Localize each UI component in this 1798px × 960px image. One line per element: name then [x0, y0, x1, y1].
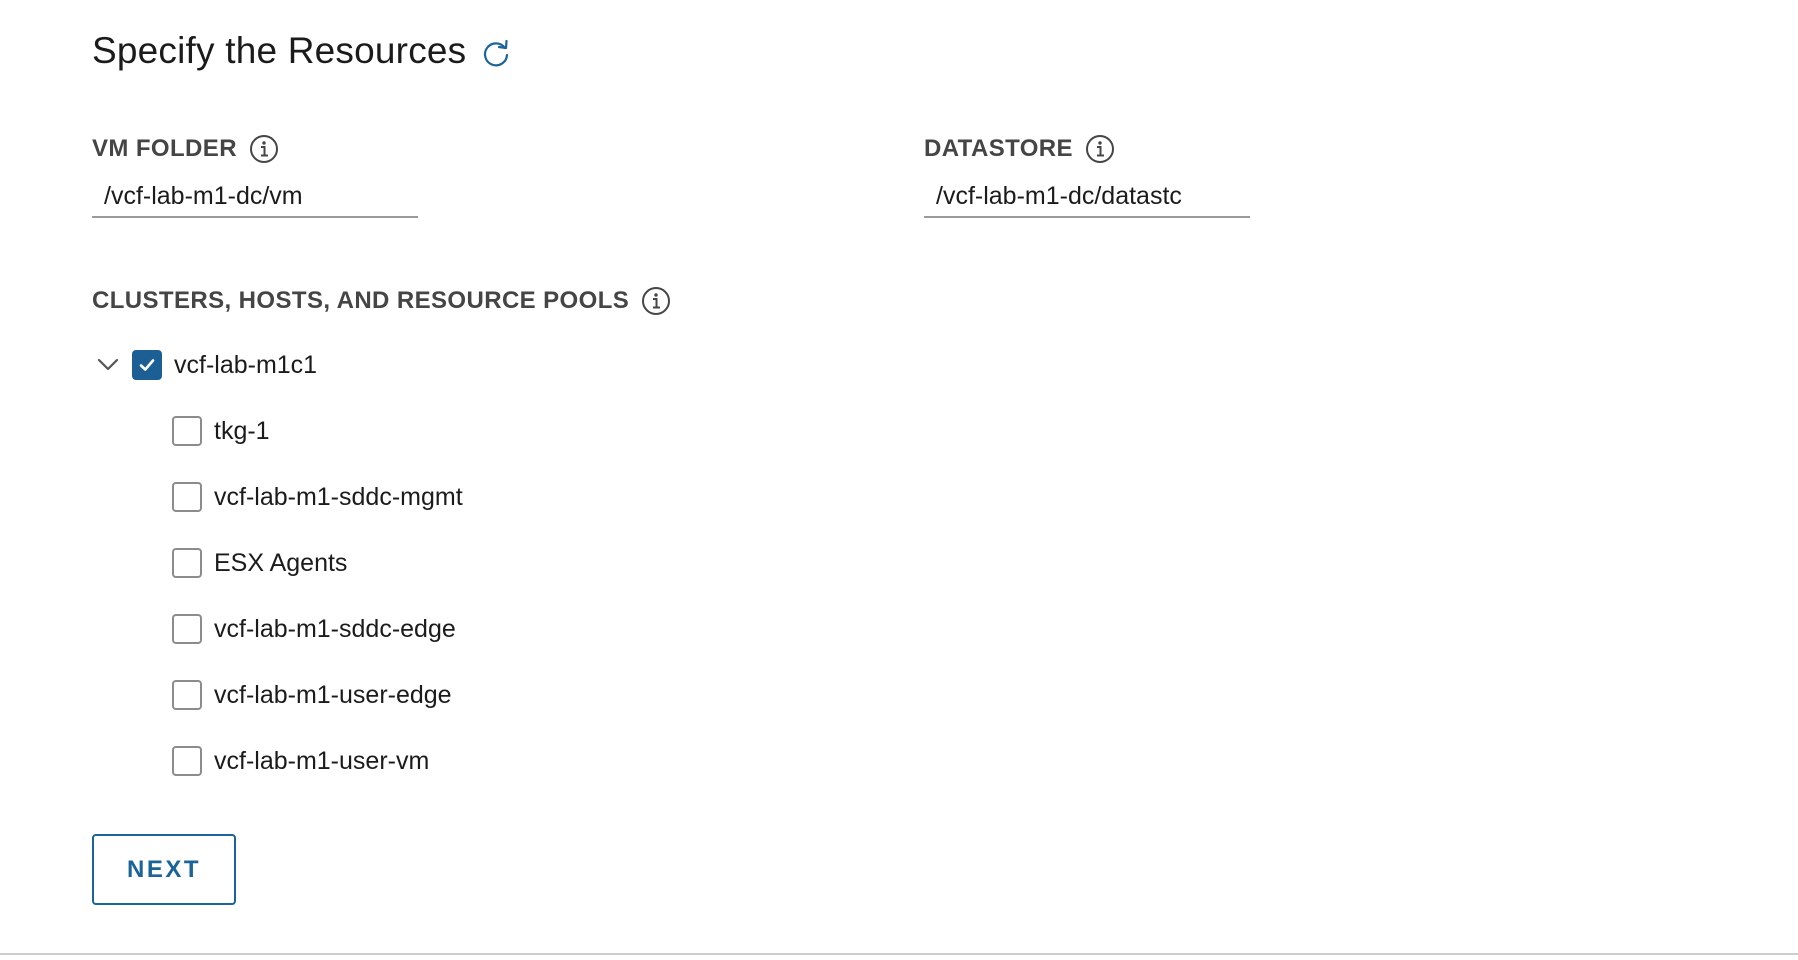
vm-folder-input[interactable] — [92, 176, 418, 218]
tree-node-user-vm: vcf-lab-m1-user-vm — [172, 739, 463, 783]
tree-node-label: tkg-1 — [214, 416, 270, 445]
child-checkbox[interactable] — [172, 680, 202, 710]
child-checkbox[interactable] — [172, 548, 202, 578]
child-checkbox[interactable] — [172, 746, 202, 776]
tree-node-sddc-edge: vcf-lab-m1-sddc-edge — [172, 607, 463, 651]
tree-node-tkg-1: tkg-1 — [172, 409, 463, 453]
info-icon[interactable] — [641, 286, 671, 316]
resources-label-row: CLUSTERS, HOSTS, AND RESOURCE POOLS — [92, 286, 671, 316]
datastore-input[interactable] — [924, 176, 1250, 218]
tree-node-user-edge: vcf-lab-m1-user-edge — [172, 673, 463, 717]
resource-tree: vcf-lab-m1c1 tkg-1 vcf-lab-m1-sddc-mgmt … — [92, 343, 463, 805]
vm-folder-label: VM FOLDER — [92, 135, 237, 162]
tree-node-label: vcf-lab-m1-sddc-edge — [214, 614, 456, 643]
vm-folder-label-row: VM FOLDER — [92, 134, 279, 164]
tree-node-esx-agents: ESX Agents — [172, 541, 463, 585]
tree-node-vcf-lab-m1c1: vcf-lab-m1c1 — [92, 343, 463, 387]
tree-node-label: vcf-lab-m1c1 — [174, 350, 318, 379]
datastore-label-row: DATASTORE — [924, 134, 1115, 164]
info-icon[interactable] — [1085, 134, 1115, 164]
child-checkbox[interactable] — [172, 416, 202, 446]
page-title: Specify the Resources — [92, 30, 467, 71]
resource-selection-page: Specify the Resources VM FOLDER DATASTOR… — [0, 0, 1798, 960]
bottom-divider — [0, 953, 1798, 955]
datastore-label: DATASTORE — [924, 135, 1073, 162]
chevron-down-icon[interactable] — [92, 349, 124, 381]
root-checkbox[interactable] — [132, 350, 162, 380]
resources-label: CLUSTERS, HOSTS, AND RESOURCE POOLS — [92, 287, 630, 314]
child-checkbox[interactable] — [172, 482, 202, 512]
check-icon — [139, 359, 155, 371]
tree-node-label: vcf-lab-m1-user-vm — [214, 746, 430, 775]
refresh-icon[interactable] — [480, 38, 512, 70]
tree-node-label: vcf-lab-m1-sddc-mgmt — [214, 482, 463, 511]
tree-node-label: vcf-lab-m1-user-edge — [214, 680, 452, 709]
tree-children: tkg-1 vcf-lab-m1-sddc-mgmt ESX Agents vc… — [172, 409, 463, 783]
title-row: Specify the Resources — [92, 30, 512, 72]
tree-node-label: ESX Agents — [214, 548, 348, 577]
child-checkbox[interactable] — [172, 614, 202, 644]
tree-node-sddc-mgmt: vcf-lab-m1-sddc-mgmt — [172, 475, 463, 519]
next-button[interactable]: NEXT — [92, 834, 236, 905]
info-icon[interactable] — [249, 134, 279, 164]
